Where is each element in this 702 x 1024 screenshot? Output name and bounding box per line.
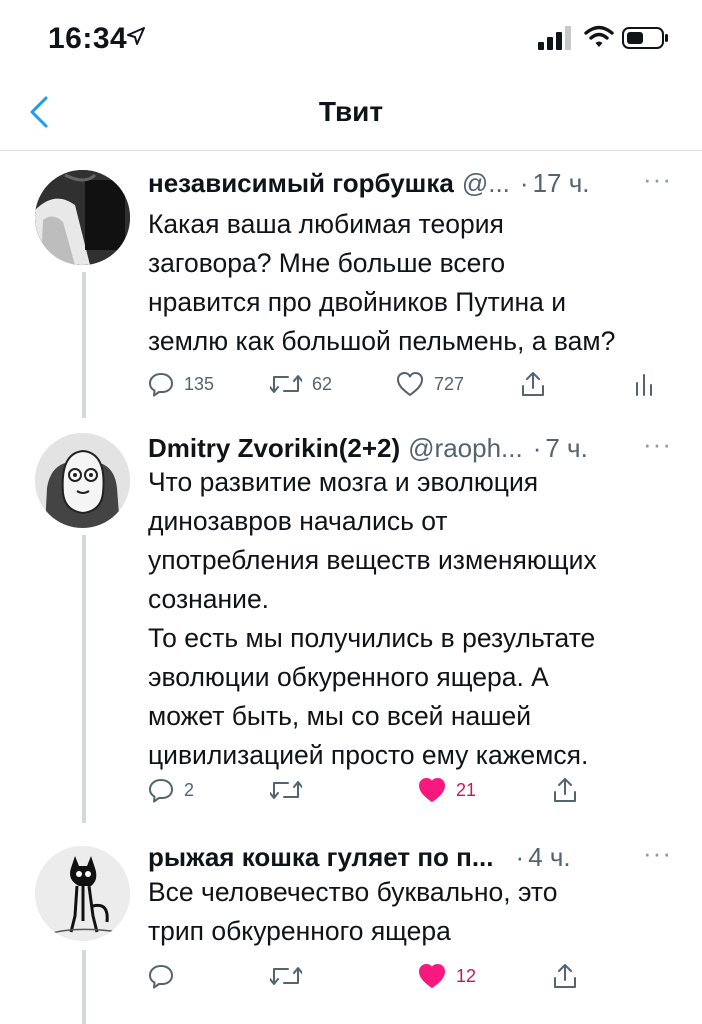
text-line: нравится про двойников Путина и: [148, 287, 567, 317]
text-line: цивилизацией просто ему кажемся.: [148, 740, 589, 770]
avatar[interactable]: [35, 170, 130, 265]
like-count: 21: [456, 779, 477, 800]
avatar[interactable]: [35, 846, 130, 941]
reply-icon: [149, 965, 173, 989]
text-line: То есть мы получились в результате: [148, 623, 596, 653]
reply-button[interactable]: [148, 959, 184, 993]
navigation-bar: Твит: [0, 80, 702, 151]
more-options-icon[interactable]: ···: [643, 429, 672, 460]
tweet[interactable]: рыжая кошка гуляет по п... · 4 ч. ··· Все …: [0, 838, 702, 1024]
separator-dot: ·: [532, 433, 542, 463]
text-line: может быть, мы со всей нашей: [148, 701, 532, 731]
text-line: сознание.: [148, 584, 270, 614]
text-line: Все человечество буквально, это: [148, 877, 558, 907]
like-button[interactable]: 21: [418, 773, 476, 807]
tweet-actions: 2 21: [148, 773, 668, 807]
reply-button[interactable]: 2: [148, 773, 194, 807]
tweet-actions: 135 62 727: [148, 367, 668, 401]
retweet-icon: [270, 967, 302, 985]
reply-button[interactable]: 135: [148, 367, 214, 401]
tweet-text: Какая ваша любимая теория заговора? Мне …: [148, 205, 672, 361]
thread-line: [82, 272, 86, 418]
cellular-signal-icon: [538, 26, 571, 50]
retweet-button[interactable]: [270, 959, 312, 993]
reply-count: 135: [184, 373, 215, 394]
wifi-icon: [584, 25, 614, 47]
share-button[interactable]: [552, 773, 578, 807]
more-options-icon[interactable]: ···: [643, 838, 672, 869]
heart-filled-icon: [419, 778, 445, 802]
text-line: Какая ваша любимая теория: [148, 209, 504, 239]
avatar[interactable]: [35, 433, 130, 528]
tweet-text: Что развитие мозга и эволюция динозавров…: [148, 463, 672, 775]
retweet-button[interactable]: 62: [270, 367, 332, 401]
handle[interactable]: @...: [462, 168, 510, 198]
like-count: 727: [434, 373, 465, 394]
analytics-icon: [636, 374, 652, 396]
analytics-button[interactable]: [634, 367, 654, 401]
like-count: 12: [456, 965, 477, 986]
retweet-button[interactable]: [270, 773, 312, 807]
thread-line: [82, 535, 86, 823]
heart-filled-icon: [419, 964, 445, 988]
page-title: Твит: [318, 96, 384, 127]
time-ago[interactable]: 17 ч.: [533, 168, 590, 198]
text-line: землю как большой пельмень, а вам?: [148, 326, 616, 356]
like-button[interactable]: 727: [396, 367, 464, 401]
share-button[interactable]: [520, 367, 546, 401]
share-button[interactable]: [552, 959, 578, 993]
share-icon: [554, 778, 576, 802]
reply-icon: [149, 373, 173, 397]
text-line: трип обкуренного ящера: [148, 916, 451, 946]
time-ago[interactable]: 7 ч.: [545, 433, 587, 463]
status-time: 16:34: [48, 22, 128, 55]
tweet[interactable]: Dmitry Zvorikin(2+2) @raoph... · 7 ч. ··· Ч…: [0, 429, 702, 823]
handle[interactable]: @raoph...: [408, 433, 523, 463]
tweet-header: независимый горбушка @... · 17 ч. ···: [148, 164, 672, 204]
like-button[interactable]: 12: [418, 959, 476, 993]
location-arrow-icon: [127, 27, 145, 45]
status-bar: 16:34: [0, 0, 702, 80]
tweet[interactable]: независимый горбушка @... · 17 ч. ··· Какая…: [0, 164, 702, 418]
text-line: эволюции обкуренного ящера. А: [148, 662, 549, 692]
tweet-text: Все человечество буквально, это трип обк…: [148, 873, 672, 951]
display-name[interactable]: Dmitry Zvorikin(2+2): [148, 433, 400, 463]
separator-dot: ·: [519, 168, 529, 198]
retweet-count: 62: [312, 373, 333, 394]
text-line: употребления веществ изменяющих: [148, 545, 597, 575]
retweet-icon: [270, 375, 302, 393]
more-options-icon[interactable]: ···: [643, 164, 672, 195]
text-line: заговора? Мне больше всего: [148, 248, 506, 278]
text-line: Что развитие мозга и эволюция: [148, 467, 539, 497]
share-icon: [522, 372, 544, 396]
heart-icon: [397, 372, 423, 396]
separator-dot: ·: [515, 842, 525, 872]
thread-line: [82, 950, 86, 1024]
tweet-actions: 12: [148, 959, 668, 993]
reply-count: 2: [184, 779, 195, 800]
display-name[interactable]: рыжая кошка гуляет по п...: [148, 842, 494, 872]
text-line: динозавров начались от: [148, 506, 448, 536]
time-ago[interactable]: 4 ч.: [528, 842, 570, 872]
retweet-icon: [270, 781, 302, 799]
share-icon: [554, 964, 576, 988]
battery-icon: [622, 27, 668, 49]
display-name[interactable]: независимый горбушка: [148, 168, 454, 198]
reply-icon: [149, 779, 173, 803]
